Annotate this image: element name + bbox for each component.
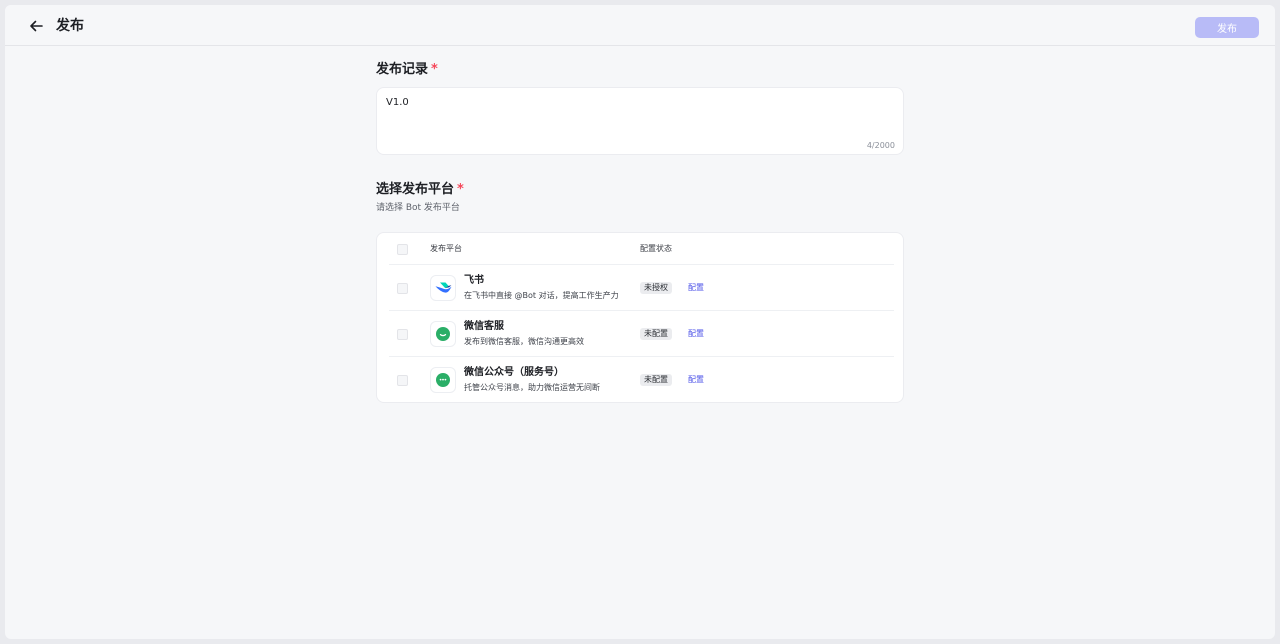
record-section-title: 发布记录 * (376, 62, 438, 78)
configure-link[interactable]: 配置 (688, 282, 704, 294)
status-badge: 未配置 (640, 374, 672, 386)
wechat-service-logo-icon (430, 321, 456, 347)
table-row: 微信公众号（服务号） 托管公众号消息，助力微信运营无间断 未配置 配置 (389, 357, 894, 403)
back-arrow-icon[interactable] (27, 17, 45, 35)
app-frame: 发布 发布 发布记录 * V1.0 4/2000 选择发布平台 * 请选择 Bot … (5, 5, 1275, 639)
platform-title-text: 选择发布平台 (376, 182, 455, 197)
platform-table: 发布平台 配置状态 飞书 在飞书中直接 @Bot 对话，提高工作生产力 未授权 … (376, 232, 904, 403)
wechat-official-logo-icon (430, 367, 456, 393)
publish-button[interactable]: 发布 (1195, 17, 1259, 38)
table-row: 微信客服 发布到微信客服，微信沟通更高效 未配置 配置 (389, 311, 894, 357)
required-mark: * (431, 62, 438, 77)
record-textarea[interactable]: V1.0 4/2000 (376, 87, 904, 155)
platform-desc: 托管公众号消息，助力微信运营无间断 (464, 383, 600, 392)
row-checkbox[interactable] (397, 329, 408, 340)
feishu-logo-icon (430, 275, 456, 301)
row-checkbox[interactable] (397, 283, 408, 294)
platform-name: 飞书 (464, 275, 484, 286)
select-all-checkbox[interactable] (397, 244, 408, 255)
record-value: V1.0 (386, 97, 409, 108)
platform-desc: 在飞书中直接 @Bot 对话，提高工作生产力 (464, 291, 619, 300)
char-counter: 4/2000 (866, 141, 895, 150)
platform-section-title: 选择发布平台 * (376, 182, 464, 198)
top-bar: 发布 发布 (5, 5, 1275, 46)
record-title-text: 发布记录 (376, 62, 429, 77)
status-badge: 未授权 (640, 282, 672, 294)
platform-name: 微信公众号（服务号） (464, 367, 564, 378)
platform-name: 微信客服 (464, 321, 504, 332)
status-badge: 未配置 (640, 328, 672, 340)
table-header: 发布平台 配置状态 (389, 233, 894, 265)
column-header-platform: 发布平台 (430, 244, 462, 253)
page-title: 发布 (56, 18, 84, 34)
required-mark: * (457, 182, 464, 197)
platform-hint: 请选择 Bot 发布平台 (376, 203, 460, 213)
row-checkbox[interactable] (397, 375, 408, 386)
table-row: 飞书 在飞书中直接 @Bot 对话，提高工作生产力 未授权 配置 (389, 265, 894, 311)
configure-link[interactable]: 配置 (688, 374, 704, 386)
platform-desc: 发布到微信客服，微信沟通更高效 (464, 337, 584, 346)
column-header-status: 配置状态 (640, 244, 672, 253)
configure-link[interactable]: 配置 (688, 328, 704, 340)
